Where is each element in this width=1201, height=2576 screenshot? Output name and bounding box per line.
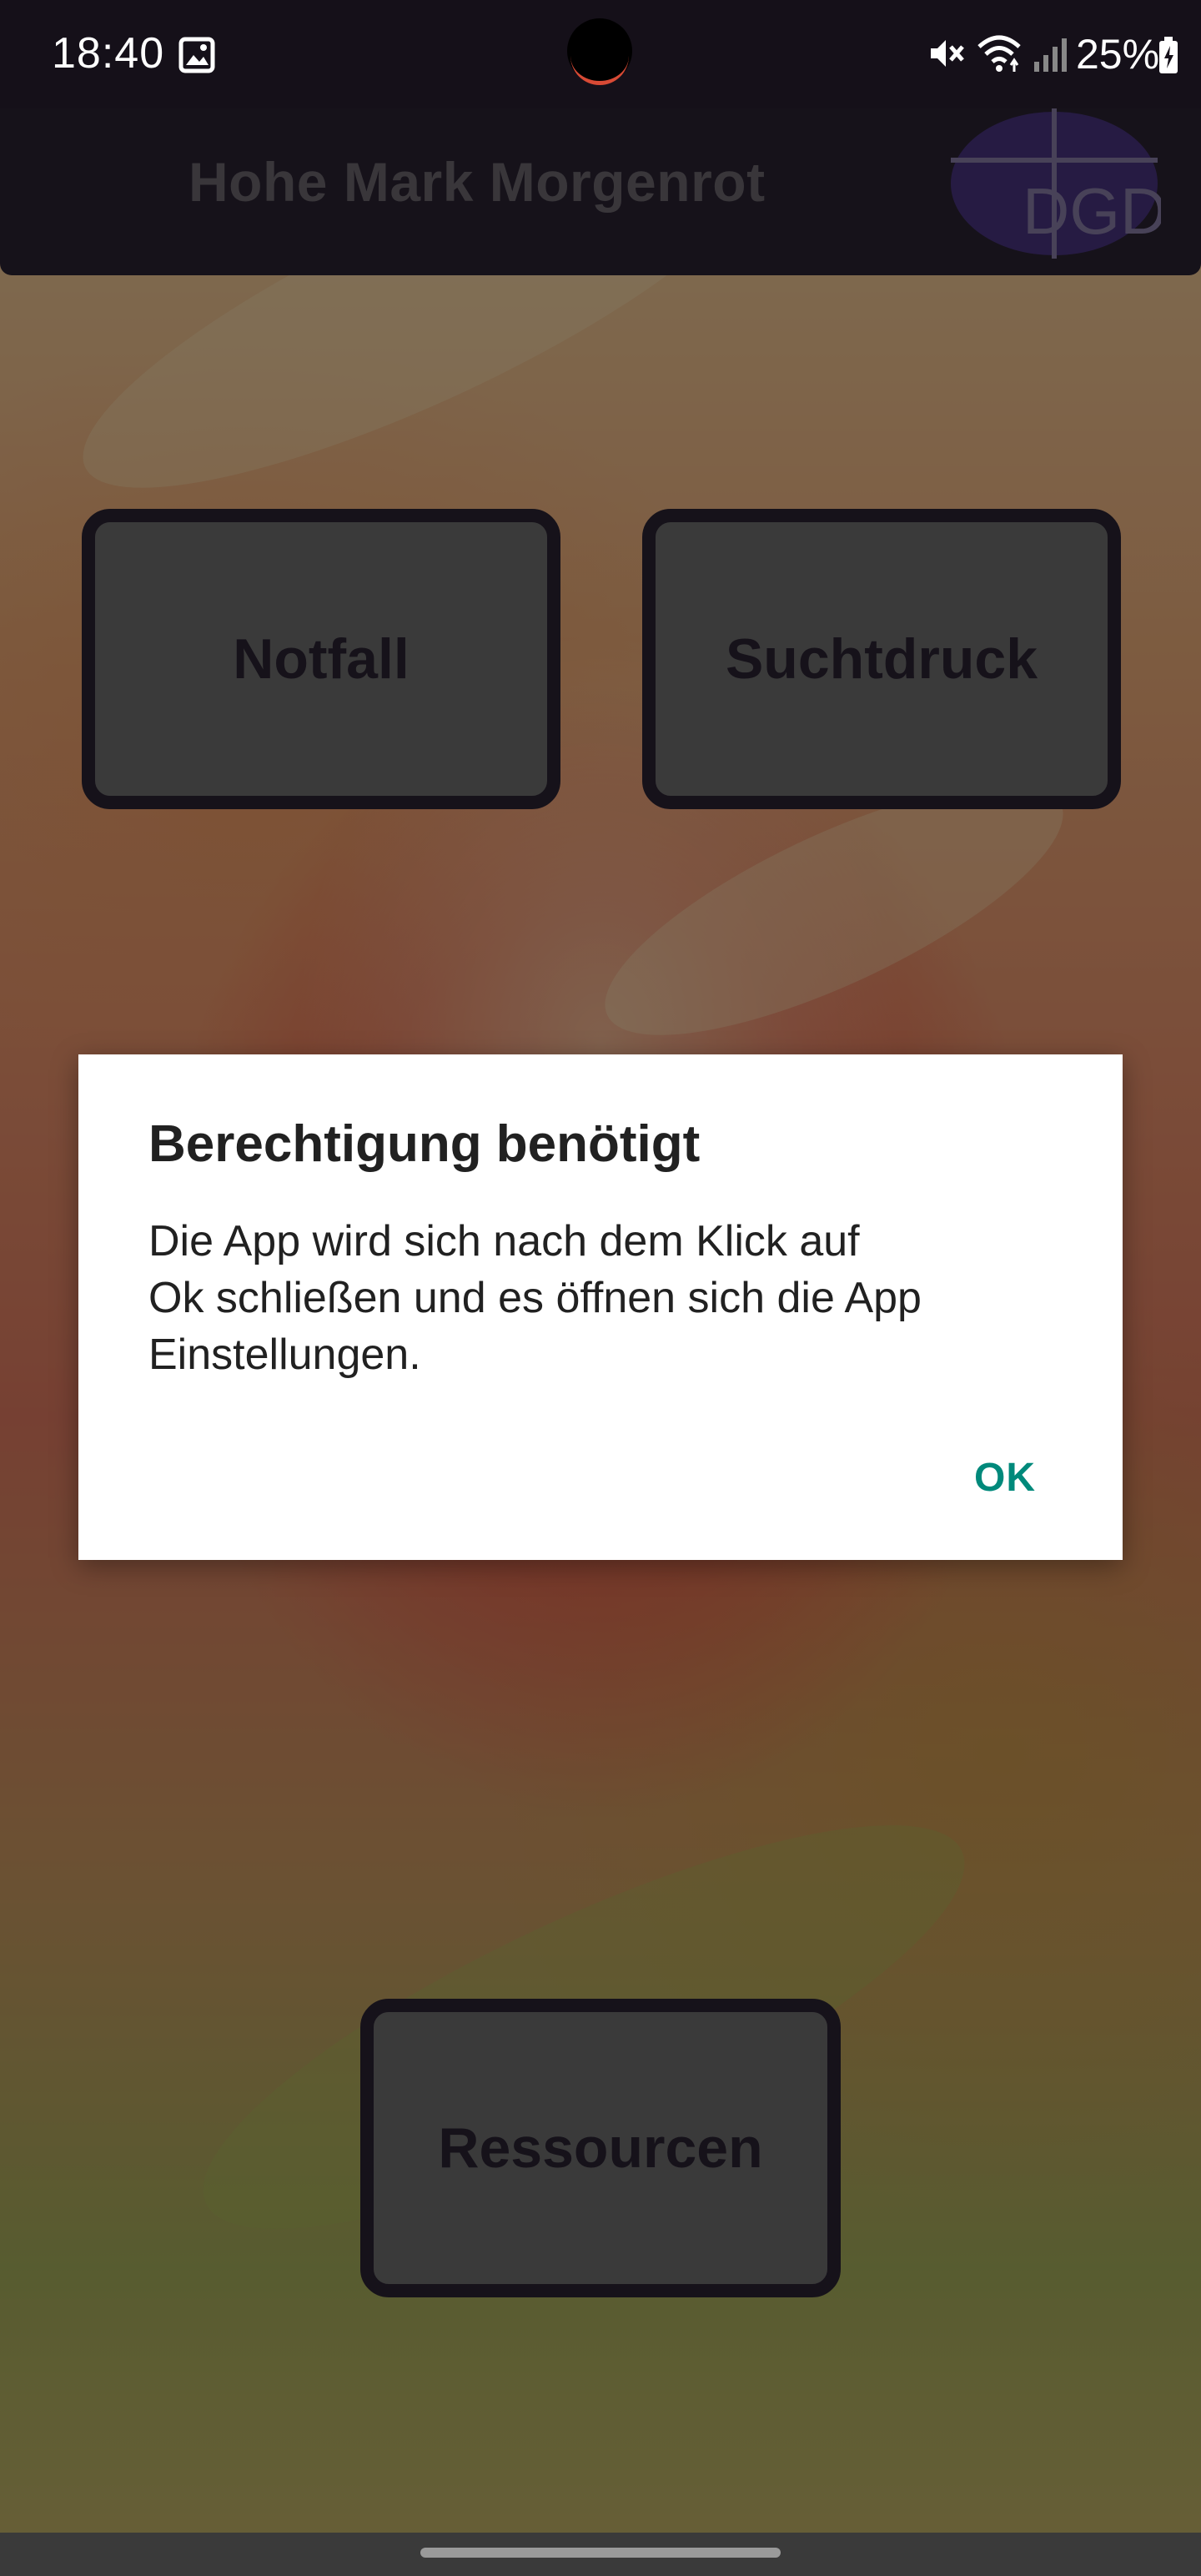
navigation-bar (0, 2533, 1201, 2576)
wifi-icon (977, 35, 1021, 72)
gallery-icon (178, 37, 215, 73)
app-screen: Notfall Suchtdruck Ressourcen Hohe Mark … (0, 0, 1201, 2576)
ok-button[interactable]: OK (962, 1438, 1048, 1517)
dialog-title: Berechtigung benötigt (148, 1115, 701, 1173)
battery-charging-icon (1159, 37, 1178, 73)
permission-dialog: Berechtigung benötigt Die App wird sich … (78, 1054, 1123, 1560)
dialog-message: Die App wird sich nach dem Klick auf Ok … (148, 1217, 922, 1379)
home-gesture-handle[interactable] (420, 2548, 781, 2558)
status-bar: 18:40 25% (0, 0, 1201, 108)
battery-percent: 25% (1076, 31, 1160, 78)
camera-indicator (570, 52, 629, 85)
signal-icon (1034, 38, 1067, 72)
status-time: 18:40 (52, 29, 165, 78)
mute-icon (931, 40, 964, 67)
